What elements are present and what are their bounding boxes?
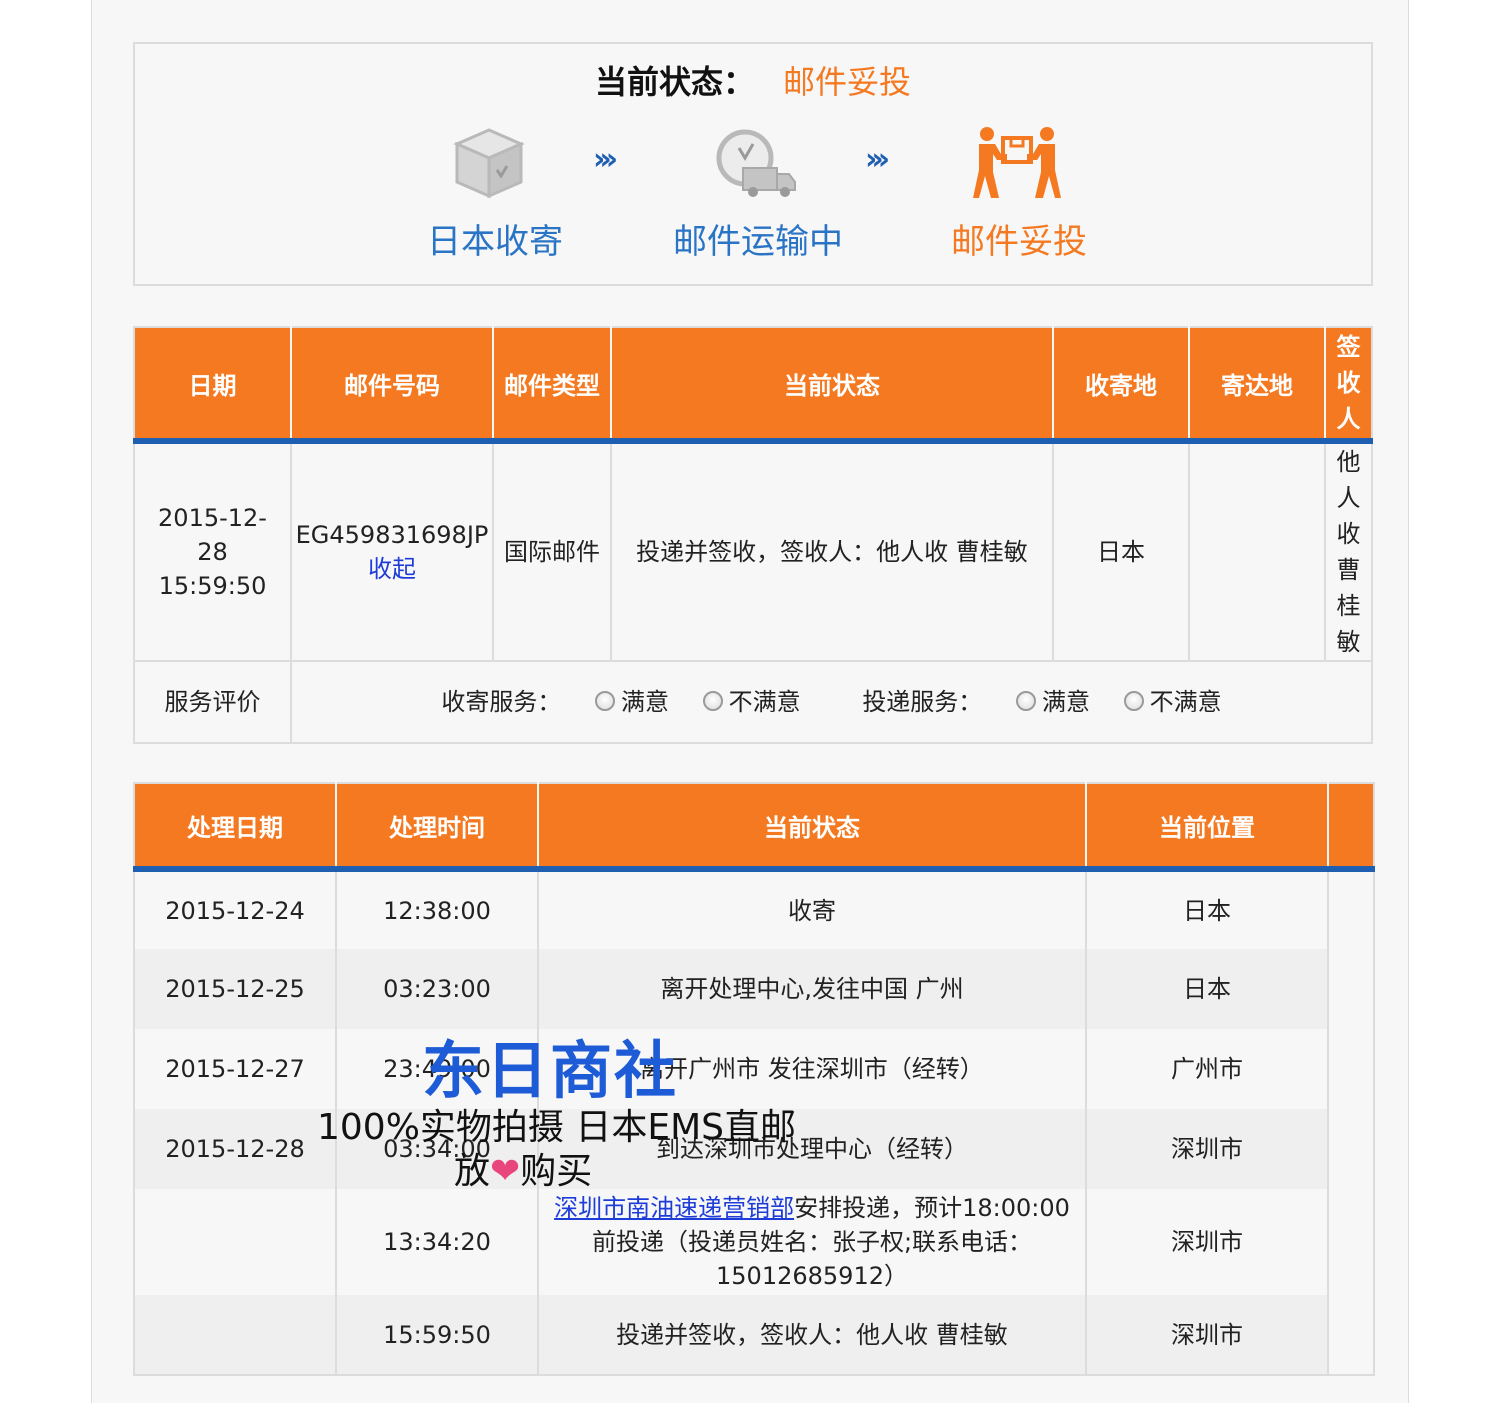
collect-unsatisfied-label: 不满意: [728, 688, 801, 716]
heart-icon: ❤: [490, 1151, 521, 1192]
cell-tracking-number: EG459831698JP 收起: [290, 440, 494, 662]
table-row: 2015-12-27 23:49:00 离开广州市 发往深圳市（经转） 广州市: [134, 1029, 1374, 1109]
row-empty: [1328, 1189, 1374, 1295]
mail-info-table: 日期 邮件号码 邮件类型 当前状态 收寄地 寄达地 签收人 2015-12-28…: [133, 326, 1373, 744]
row-empty: [1328, 1109, 1374, 1189]
header-date: 日期: [134, 327, 292, 444]
row-date: 2015-12-28: [134, 1109, 337, 1189]
row-empty: [1328, 1029, 1374, 1109]
step-arrow-1: ›››: [593, 142, 618, 177]
row-status: 离开处理中心,发往中国 广州: [538, 949, 1087, 1029]
row-status: 收寄: [538, 869, 1087, 949]
truck-clock-icon: [716, 129, 796, 197]
cell-destination: [1188, 440, 1326, 662]
row-location: 广州市: [1086, 1029, 1329, 1109]
deliver-satisfied-radio[interactable]: [1015, 691, 1036, 711]
row-date: [134, 1295, 337, 1375]
watermark-buy-b: 购买: [520, 1151, 593, 1192]
row-empty: [1328, 1295, 1374, 1375]
row-empty: [1328, 949, 1374, 1029]
row-location: 日本: [1086, 949, 1329, 1029]
header-destination: 寄达地: [1189, 327, 1326, 444]
collect-unsatisfied-radio[interactable]: [702, 691, 723, 711]
row-location: 深圳市: [1086, 1295, 1329, 1375]
header-extra: [1328, 783, 1374, 872]
current-status-label: 当前状态：: [594, 63, 755, 101]
row-date: 2015-12-27: [134, 1029, 337, 1109]
tracking-header-row: 处理日期 处理时间 当前状态 当前位置: [134, 783, 1374, 872]
watermark-buy-a: 放: [454, 1151, 491, 1192]
table-row: 15:59:50 投递并签收，签收人：他人收 曹桂敏 深圳市: [134, 1295, 1374, 1375]
row-date: [134, 1189, 337, 1295]
header-process-time: 处理时间: [336, 783, 539, 872]
step-label-in-transit: 邮件运输中: [673, 222, 843, 262]
table-row: 13:34:20 深圳市南油速递营销部安排投递，预计18:00:00前投递（投递…: [134, 1189, 1374, 1295]
row-location: 深圳市: [1086, 1189, 1329, 1295]
header-track-status: 当前状态: [538, 783, 1087, 872]
row-date: 2015-12-24: [134, 869, 337, 949]
page: 当前状态： 邮件妥投 ››› ››› 日本收寄 邮件运输中 邮件妥投 日期 邮件…: [91, 0, 1409, 1403]
delivery-people-icon: [973, 127, 1061, 198]
row-time: 15:59:50: [336, 1295, 539, 1375]
rating-options: 收寄服务： 满意 不满意 投递服务： 满意 不满意: [290, 660, 1373, 744]
table-row: 2015-12-28 15:59:50 EG459831698JP 收起 国际邮…: [133, 440, 1373, 662]
step-label-collected: 日本收寄: [427, 222, 563, 262]
cell-current-status: 投递并签收，签收人：他人收 曹桂敏: [610, 440, 1054, 662]
header-location: 当前位置: [1086, 783, 1329, 872]
tracking-number: EG459831698JP: [295, 521, 489, 549]
row-location: 日本: [1086, 869, 1329, 949]
tracking-history-table: 处理日期 处理时间 当前状态 当前位置 2015-12-24 12:38:00 …: [133, 782, 1375, 1376]
rating-label: 服务评价: [133, 660, 292, 744]
cell-origin: 日本: [1052, 440, 1190, 662]
deliver-unsatisfied-label: 不满意: [1149, 688, 1222, 716]
header-origin: 收寄地: [1053, 327, 1190, 444]
mail-info-header-row: 日期 邮件号码 邮件类型 当前状态 收寄地 寄达地 签收人: [134, 327, 1372, 444]
deliver-unsatisfied-radio[interactable]: [1123, 691, 1144, 711]
header-current-status: 当前状态: [611, 327, 1054, 444]
collect-service-label: 收寄服务：: [441, 688, 562, 716]
current-status-title: 当前状态： 邮件妥投: [135, 62, 1371, 102]
current-status-value: 邮件妥投: [783, 63, 912, 101]
row-date: 2015-12-25: [134, 949, 337, 1029]
cell-signer: 他人收曹桂敏: [1324, 440, 1373, 662]
row-time: 13:34:20: [336, 1189, 539, 1295]
table-row: 2015-12-25 03:23:00 离开处理中心,发往中国 广州 日本: [134, 949, 1374, 1029]
step-label-delivered: 邮件妥投: [951, 222, 1087, 262]
cell-mail-type: 国际邮件: [492, 440, 612, 662]
delivery-office-link[interactable]: 深圳市南油速递营销部: [554, 1194, 794, 1222]
box-icon: [453, 128, 525, 199]
header-tracking-number: 邮件号码: [291, 327, 494, 444]
deliver-satisfied-label: 满意: [1041, 688, 1090, 716]
table-row: 2015-12-24 12:38:00 收寄 日本: [134, 869, 1374, 949]
step-arrow-2: ›››: [865, 142, 890, 177]
header-process-date: 处理日期: [134, 783, 337, 872]
rating-row: 服务评价 收寄服务： 满意 不满意 投递服务： 满意 不满意: [133, 660, 1373, 744]
status-overview: 当前状态： 邮件妥投 ››› ››› 日本收寄 邮件运输中 邮件妥投: [133, 42, 1373, 286]
deliver-service-label: 投递服务：: [862, 688, 983, 716]
row-empty: [1328, 869, 1374, 949]
row-time: 03:23:00: [336, 949, 539, 1029]
watermark-brand: 东日商社: [422, 1034, 679, 1107]
cell-date: 2015-12-28 15:59:50: [133, 440, 292, 662]
row-time: 12:38:00: [336, 869, 539, 949]
row-location: 深圳市: [1086, 1109, 1329, 1189]
row-status: 深圳市南油速递营销部安排投递，预计18:00:00前投递（投递员姓名：张子权;联…: [538, 1189, 1087, 1295]
header-mail-type: 邮件类型: [493, 327, 612, 444]
collect-satisfied-label: 满意: [621, 688, 670, 716]
row-status: 投递并签收，签收人：他人收 曹桂敏: [538, 1295, 1087, 1375]
watermark-buy: 放❤购买: [454, 1142, 592, 1194]
collapse-link[interactable]: 收起: [292, 552, 492, 586]
header-signer: 签收人: [1325, 327, 1372, 444]
collect-satisfied-radio[interactable]: [595, 691, 616, 711]
